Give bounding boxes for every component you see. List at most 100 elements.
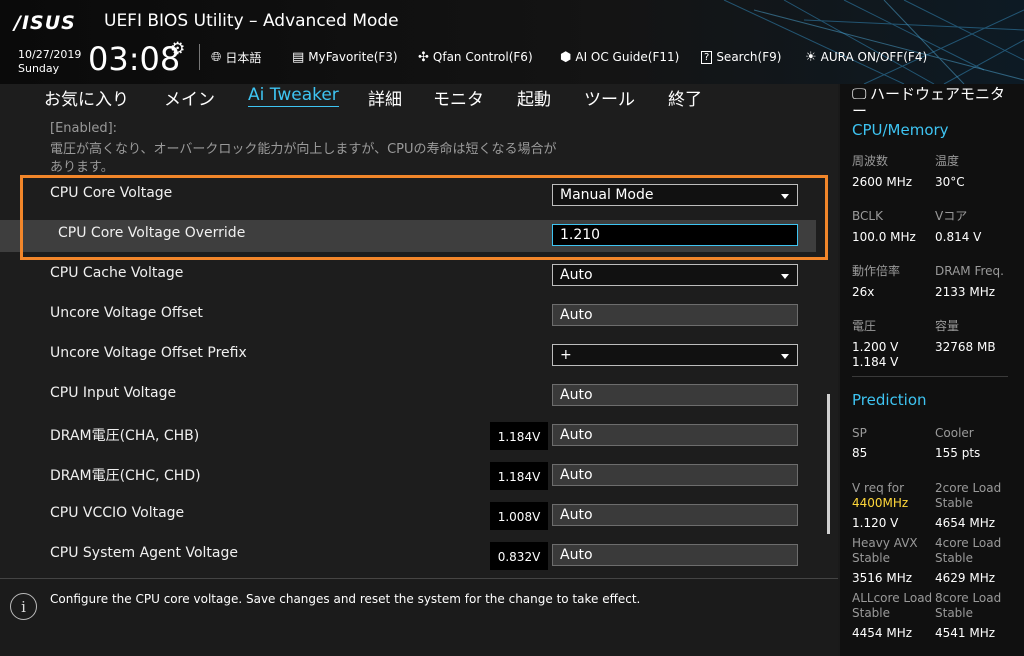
globe-icon: 🌐︎ [211,49,222,65]
note-line-2: 電圧が高くなり、オーバークロック能力が向上しますが、CPUの寿命は短くなる場合が [50,142,557,157]
load4-value: 4629 MHz [935,571,996,585]
cpu-cache-voltage-dropdown[interactable]: Auto [552,264,798,286]
freq-value: 2600 MHz [852,175,913,189]
dram-freq-value: 2133 MHz [935,285,996,299]
cpu-input-voltage-input[interactable]: Auto [552,384,798,406]
main-panel: お気に入り メイン Ai Tweaker 詳細 モニタ 起動 ツール 終了 [E… [0,84,838,656]
hardware-monitor-title: 🖵︎ ハードウェアモニター [852,86,1017,120]
tab-bar: お気に入り メイン Ai Tweaker 詳細 モニタ 起動 ツール 終了 [0,84,838,112]
help-panel: i Configure the CPU core voltage. Save c… [0,578,838,656]
clock: 03:08 [88,40,181,78]
cooler-label: Cooler [935,426,974,440]
monitor-divider [852,376,1008,377]
qfan-label: Qfan Control(F6) [432,50,533,64]
dram-chc-chd-label: DRAM電圧(CHC, CHD) [50,468,201,484]
cpu-memory-heading: CPU/Memory [852,121,949,139]
cpu-vccio-reading: 1.008V [490,502,548,530]
vreq-frequency: 4400MHz [852,496,909,510]
tab-exit[interactable]: 終了 [668,85,702,110]
dram-chc-chd-reading: 1.184V [490,462,548,490]
uncore-voltage-offset-input[interactable]: Auto [552,304,798,326]
gear-icon[interactable]: ⚙ [170,39,185,59]
aura-button[interactable]: ☀ AURA ON/OFF(F4) [805,47,927,67]
load2-label-2: Stable [935,496,974,510]
allcore-value: 4454 MHz [852,626,913,640]
heavy-avx-value: 3516 MHz [852,571,913,585]
date-text: 10/27/2019 [18,48,82,61]
capacity-value: 32768 MB [935,340,996,354]
temp-value: 30°C [935,175,965,189]
cpu-vccio-label: CPU VCCIO Voltage [50,505,185,521]
header-bar: /ISUS UEFI BIOS Utility – Advanced Mode … [0,0,1024,84]
vcore-value: 0.814 V [935,230,982,244]
scrollbar[interactable] [827,394,830,534]
help-text: Configure the CPU core voltage. Save cha… [50,592,641,606]
asus-logo: /ISUS [14,12,76,34]
dram-freq-label: DRAM Freq. [935,264,1004,278]
search-button[interactable]: ? Search(F9) [701,47,781,67]
ai-oc-guide-button[interactable]: ⬢ AI OC Guide(F11) [560,47,679,67]
dram-cha-chb-input[interactable]: Auto [552,424,798,446]
cpu-core-voltage-override-label: CPU Core Voltage Override [58,225,246,241]
load8-label-1: 8core Load [935,591,1002,605]
favorite-list-icon: ▤ [292,49,305,65]
load4-label-2: Stable [935,551,974,565]
ratio-value: 26x [852,285,875,299]
monitor-icon: 🖵︎ [852,85,867,103]
vreq-label: V req for [852,481,905,495]
tab-favorites[interactable]: お気に入り [44,85,129,110]
cpu-core-voltage-override-input[interactable]: 1.210 [552,224,798,246]
ratio-label: 動作倍率 [852,264,901,278]
aura-light-icon: ☀ [805,49,817,65]
cpu-input-voltage-label: CPU Input Voltage [50,385,177,401]
date-display: 10/27/2019 Sunday [18,48,81,76]
load8-value: 4541 MHz [935,626,996,640]
tab-tool[interactable]: ツール [584,85,635,110]
bclk-value: 100.0 MHz [852,230,916,244]
cpu-core-voltage-dropdown[interactable]: Manual Mode [552,184,798,206]
cpu-vccio-input[interactable]: Auto [552,504,798,526]
tab-boot[interactable]: 起動 [517,85,551,110]
chevron-down-icon [781,274,789,279]
cpu-cache-voltage-label: CPU Cache Voltage [50,265,184,281]
prediction-heading: Prediction [852,391,927,409]
uncore-voltage-offset-prefix-dropdown[interactable]: + [552,344,798,366]
bclk-label: BCLK [852,209,883,223]
cpu-system-agent-label: CPU System Agent Voltage [50,545,238,561]
my-favorite-label: MyFavorite(F3) [308,50,398,64]
tab-main[interactable]: メイン [164,85,215,110]
aura-label: AURA ON/OFF(F4) [820,50,928,64]
sp-label: SP [852,426,867,440]
uncore-voltage-offset-prefix-value: + [560,347,572,363]
divider [199,44,200,70]
tab-advanced[interactable]: 詳細 [368,85,402,110]
dram-chc-chd-input[interactable]: Auto [552,464,798,486]
voltage-label: 電圧 [852,319,877,333]
language-label: 日本語 [225,50,262,65]
app-title: UEFI BIOS Utility – Advanced Mode [104,11,399,31]
load2-value: 4654 MHz [935,516,996,530]
allcore-label-2: Stable [852,606,891,620]
tab-monitor[interactable]: モニタ [433,85,484,110]
freq-label: 周波数 [852,154,889,168]
dram-cha-chb-reading: 1.184V [490,422,548,450]
load2-label-1: 2core Load [935,481,1002,495]
note-line-3: あります。 [50,160,114,175]
qfan-control-button[interactable]: ✣ Qfan Control(F6) [418,47,533,67]
language-button[interactable]: 🌐︎ 日本語 [211,47,261,67]
allcore-label-1: ALLcore Load [852,591,933,605]
dram-cha-chb-label: DRAM電圧(CHA, CHB) [50,428,200,444]
tab-ai-tweaker[interactable]: Ai Tweaker [248,85,339,107]
load8-label-2: Stable [935,606,974,620]
cpu-system-agent-reading: 0.832V [490,542,548,570]
cpu-core-voltage-value: Manual Mode [560,187,654,203]
vreq-value: 1.120 V [852,516,899,530]
uncore-voltage-offset-label: Uncore Voltage Offset [50,305,203,321]
my-favorite-button[interactable]: ▤ MyFavorite(F3) [292,47,398,67]
load4-label-1: 4core Load [935,536,1002,550]
cpu-system-agent-input[interactable]: Auto [552,544,798,566]
search-label: Search(F9) [716,50,782,64]
hardware-monitor-title-text: ハードウェアモニター [852,85,1006,120]
ai-oc-label: AI OC Guide(F11) [575,50,680,64]
chevron-down-icon [781,194,789,199]
